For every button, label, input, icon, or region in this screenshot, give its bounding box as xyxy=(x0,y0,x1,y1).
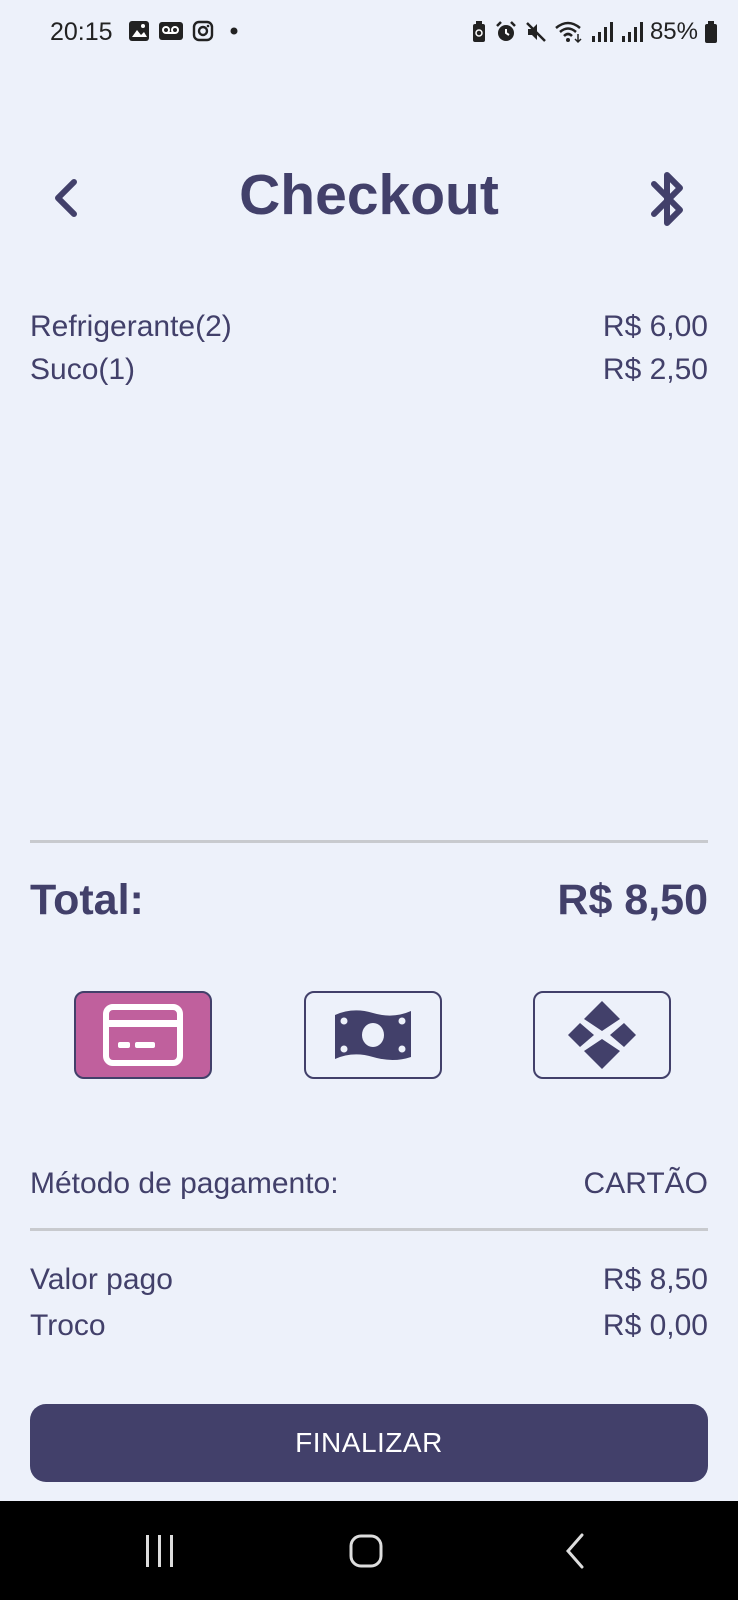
item-price: R$ 6,00 xyxy=(602,310,708,343)
payment-method-label: Método de pagamento: xyxy=(30,1167,339,1200)
total-row: Total: R$ 8,50 xyxy=(30,876,708,925)
list-item: Refrigerante(2) R$ 6,00 xyxy=(30,310,708,344)
credit-card-icon xyxy=(103,1004,183,1066)
list-item: Suco(1) R$ 2,50 xyxy=(30,353,708,387)
mute-icon xyxy=(526,22,546,42)
payment-pix-button[interactable] xyxy=(533,991,671,1079)
change-value: R$ 0,00 xyxy=(602,1309,708,1342)
home-button[interactable] xyxy=(346,1531,386,1576)
nav-back-button[interactable] xyxy=(560,1531,590,1576)
battery-percent: 85% xyxy=(649,18,698,45)
payment-method-row: Método de pagamento: CARTÃO xyxy=(30,1167,708,1201)
wifi-icon xyxy=(555,21,582,44)
page-title: Checkout xyxy=(239,163,499,227)
header: Checkout xyxy=(0,150,738,250)
payment-card-button[interactable] xyxy=(74,991,212,1079)
recent-apps-icon xyxy=(146,1535,173,1567)
status-bar: 20:15 85% xyxy=(0,0,738,72)
paid-label: Valor pago xyxy=(30,1263,173,1296)
total-value: R$ 8,50 xyxy=(557,876,708,924)
home-icon xyxy=(349,1534,383,1568)
item-name: Suco(1) xyxy=(30,353,136,386)
status-left-icons xyxy=(128,20,242,42)
bluetooth-icon xyxy=(651,172,683,226)
dot-icon xyxy=(230,27,238,35)
back-icon xyxy=(566,1533,584,1569)
battery-icon xyxy=(705,21,717,43)
signal-icon xyxy=(591,22,613,42)
voicemail-icon xyxy=(159,22,183,40)
item-name: Refrigerante(2) xyxy=(30,310,232,343)
paid-value: R$ 8,50 xyxy=(602,1263,708,1296)
status-right-icons: 85% xyxy=(470,18,718,46)
signal-icon xyxy=(621,22,643,42)
finalize-button[interactable]: FINALIZAR xyxy=(30,1404,708,1482)
change-label: Troco xyxy=(30,1309,106,1342)
status-time: 20:15 xyxy=(50,18,113,46)
pix-icon xyxy=(568,1001,636,1069)
divider xyxy=(30,840,708,843)
payment-cash-button[interactable] xyxy=(304,991,442,1079)
image-icon xyxy=(129,21,149,41)
change-row: Troco R$ 0,00 xyxy=(30,1309,708,1343)
paid-row: Valor pago R$ 8,50 xyxy=(30,1263,708,1297)
total-label: Total: xyxy=(30,876,144,924)
instagram-icon xyxy=(192,20,214,42)
cash-icon xyxy=(335,1010,411,1060)
item-price: R$ 2,50 xyxy=(602,353,708,386)
bluetooth-button[interactable] xyxy=(640,166,696,232)
divider xyxy=(30,1228,708,1231)
payment-method-value: CARTÃO xyxy=(583,1167,708,1200)
navigation-bar xyxy=(0,1501,738,1600)
battery-saver-icon xyxy=(472,21,485,42)
recent-apps-button[interactable] xyxy=(142,1531,178,1576)
alarm-icon xyxy=(496,21,516,41)
